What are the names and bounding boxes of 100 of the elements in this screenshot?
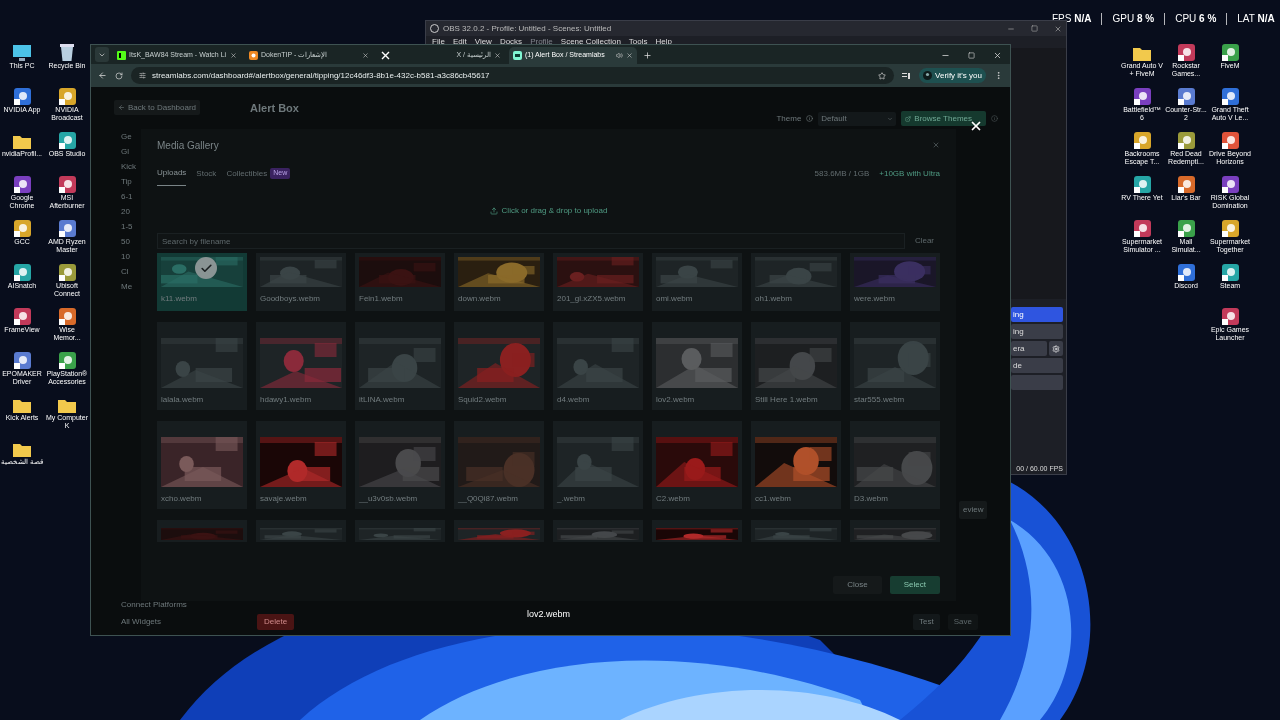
search-field[interactable]: Search by filename bbox=[157, 233, 905, 249]
media-card[interactable]: cc1.webm bbox=[751, 421, 841, 509]
gallery-tab[interactable]: Uploads bbox=[157, 161, 187, 186]
media-controls-icon[interactable] bbox=[902, 71, 912, 80]
speaker-icon[interactable] bbox=[616, 52, 623, 59]
window-title: OBS 32.0.2 - Profile: Untitled - Scenes: Untitled bbox=[443, 22, 612, 35]
verify-button[interactable]: Verify it's you bbox=[919, 68, 986, 83]
storage-usage: 583.6MB / 1GB bbox=[814, 168, 870, 180]
back-button[interactable]: Back to Dashboard bbox=[114, 100, 201, 115]
file-name: omi.webm bbox=[656, 293, 694, 305]
menu-item[interactable]: Scene Collection bbox=[560, 36, 621, 48]
media-card[interactable]: down.webm bbox=[454, 253, 544, 311]
theme-select[interactable]: Default bbox=[818, 111, 897, 126]
dock-button[interactable]: ing bbox=[1011, 324, 1063, 339]
media-card[interactable]: D3.webm bbox=[850, 421, 940, 509]
stat-readout: GPU 8 % bbox=[1112, 12, 1155, 26]
close-tab-icon[interactable] bbox=[494, 52, 501, 59]
sidebar-item[interactable]: Cl bbox=[121, 266, 141, 278]
media-card[interactable]: _.webm bbox=[553, 421, 643, 509]
file-name: 201_gl.xZX5.webm bbox=[557, 293, 627, 305]
media-card[interactable]: lov2.webm bbox=[652, 322, 742, 410]
media-card[interactable]: __Q0Qi87.webm bbox=[454, 421, 544, 509]
dock-button[interactable]: de bbox=[1011, 358, 1063, 373]
file-name: star555.webm bbox=[854, 394, 906, 406]
preview-button[interactable]: eview bbox=[959, 501, 988, 519]
close-tab-icon[interactable] bbox=[362, 52, 369, 59]
file-name: C2.webm bbox=[656, 493, 691, 505]
file-name: Squid2.webm bbox=[458, 394, 508, 406]
delete-button[interactable]: Delete bbox=[257, 614, 295, 630]
media-card[interactable]: Fein1.webm bbox=[355, 253, 445, 311]
file-name: d4.webm bbox=[557, 394, 591, 406]
media-card[interactable]: savaje.webm bbox=[256, 421, 346, 509]
menu-item[interactable]: Edit bbox=[452, 36, 467, 48]
upgrade-link[interactable]: +10GB with Ultra bbox=[879, 168, 940, 180]
media-card[interactable]: d4.webm bbox=[553, 322, 643, 410]
dock-button[interactable]: ing bbox=[1011, 307, 1063, 322]
sidebar-item[interactable]: Tip bbox=[121, 176, 141, 188]
site-info-icon[interactable] bbox=[139, 72, 146, 79]
media-card[interactable]: star555.webm bbox=[850, 322, 940, 410]
file-name: xcho.webm bbox=[161, 493, 203, 505]
sidebar-item[interactable]: Kick bbox=[121, 161, 141, 173]
sidebar-link[interactable]: Connect Platforms bbox=[121, 598, 221, 611]
media-card[interactable]: were.webm bbox=[850, 253, 940, 311]
close-button[interactable]: Close bbox=[833, 576, 882, 594]
bookmark-icon[interactable] bbox=[878, 71, 887, 80]
folder-icon bbox=[13, 134, 31, 149]
sidebar-item[interactable]: Gl bbox=[121, 146, 141, 158]
close-tab-icon[interactable] bbox=[230, 52, 237, 59]
file-name: Goodboys.webm bbox=[260, 293, 322, 305]
file-name: were.webm bbox=[854, 293, 896, 305]
sidebar-item[interactable]: 20 bbox=[121, 206, 141, 218]
file-name: hdawy1.webm bbox=[260, 394, 313, 406]
sidebar-item[interactable]: Ge bbox=[121, 131, 141, 143]
select-button[interactable]: Select bbox=[889, 576, 940, 594]
file-name: cc1.webm bbox=[755, 493, 792, 505]
sidebar-link[interactable]: All Widgets bbox=[121, 615, 221, 628]
info-icon bbox=[806, 115, 814, 122]
media-card[interactable]: Still Here 1.webm bbox=[751, 322, 841, 410]
test-button[interactable]: Test bbox=[913, 614, 940, 630]
maximize-icon[interactable] bbox=[1031, 25, 1038, 32]
settings-button[interactable] bbox=[1049, 341, 1063, 356]
stat-readout: CPU 6 % bbox=[1175, 12, 1217, 26]
media-card[interactable]: Goodboys.webm bbox=[256, 253, 346, 311]
menu-item[interactable]: Docks bbox=[499, 36, 523, 48]
close-tab-icon[interactable] bbox=[626, 52, 633, 59]
media-card[interactable]: oh1.webm bbox=[751, 253, 841, 311]
sidebar-item[interactable]: 1-5 bbox=[121, 221, 141, 233]
new-tab-icon[interactable] bbox=[643, 51, 652, 60]
file-name: __u3v0sb.webm bbox=[359, 493, 419, 505]
file-name: down.webm bbox=[458, 293, 502, 305]
media-card[interactable]: 201_gl.xZX5.webm bbox=[553, 253, 643, 311]
sidebar-item[interactable]: Me bbox=[121, 281, 141, 293]
dock-button[interactable]: era bbox=[1011, 341, 1047, 356]
upload-area[interactable]: Click or drag & drop to upload bbox=[489, 205, 608, 217]
file-name: Still Here 1.webm bbox=[755, 394, 819, 406]
gallery-tab[interactable]: Stock bbox=[196, 161, 217, 186]
menu-item[interactable]: File bbox=[432, 36, 445, 48]
sidebar-item[interactable]: 6-1 bbox=[121, 191, 141, 203]
sidebar-item[interactable]: 50 bbox=[121, 236, 141, 248]
address-bar[interactable]: streamlabs.com/dashboard#/alertbox/general/tipping/12c46df3-8b1e-432c-b581-a3c86cb45617 bbox=[131, 67, 895, 84]
back-icon[interactable] bbox=[98, 71, 107, 80]
folder-icon bbox=[58, 398, 76, 413]
sidebar-item[interactable]: 10 bbox=[121, 251, 141, 263]
media-card[interactable] bbox=[652, 520, 742, 542]
media-card[interactable]: hdawy1.webm bbox=[256, 322, 346, 410]
browse-themes-button[interactable]: Browse Themes bbox=[901, 111, 986, 126]
file-name: lalala.webm bbox=[161, 394, 205, 406]
media-card[interactable]: C2.webm bbox=[652, 421, 742, 509]
media-card[interactable]: __u3v0sb.webm bbox=[355, 421, 445, 509]
media-card[interactable]: xcho.webm bbox=[157, 421, 247, 509]
reload-icon[interactable] bbox=[115, 71, 123, 80]
media-card[interactable]: itLINA.webm bbox=[355, 322, 445, 410]
menu-icon[interactable] bbox=[994, 71, 1003, 80]
media-card[interactable]: Squid2.webm bbox=[454, 322, 544, 410]
menu-item[interactable]: Tools bbox=[628, 36, 648, 48]
close-icon[interactable] bbox=[969, 119, 983, 133]
media-card[interactable]: lalala.webm bbox=[157, 322, 247, 410]
file-name: lov2.webm bbox=[656, 394, 696, 406]
menu-item[interactable]: View bbox=[474, 36, 492, 48]
media-card[interactable]: omi.webm bbox=[652, 253, 742, 311]
